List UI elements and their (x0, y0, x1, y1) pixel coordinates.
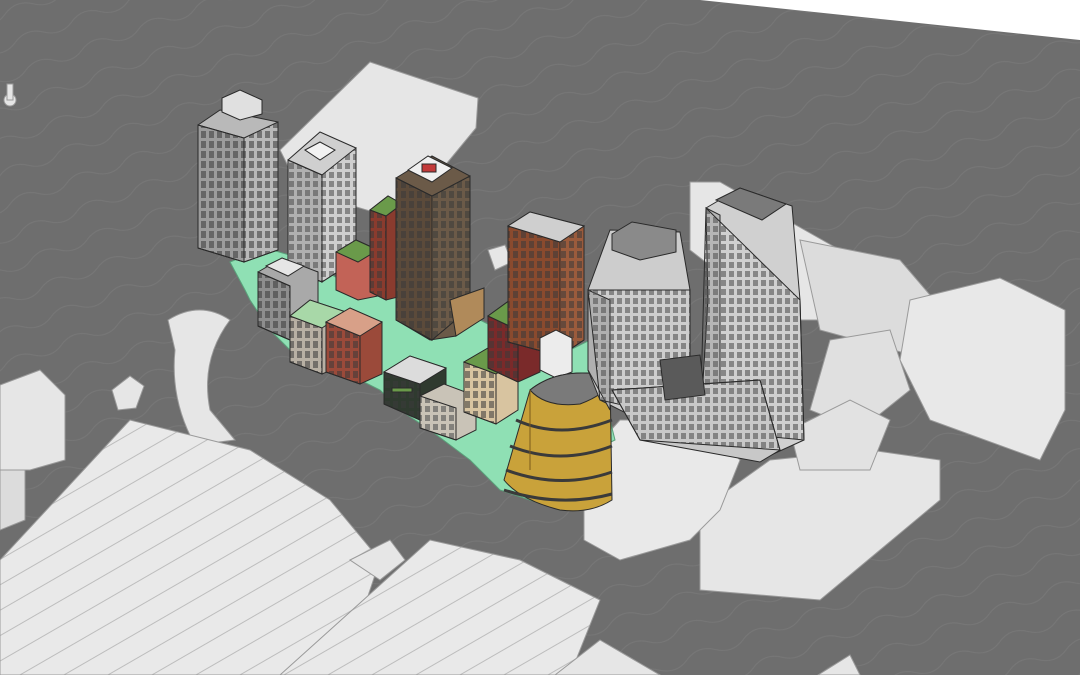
block-red-front (324, 307, 384, 385)
context-block-west-1 (0, 369, 66, 471)
context-block-west-2 (0, 469, 26, 531)
block-white (539, 329, 573, 379)
axonometric-site-render (0, 0, 1080, 675)
tower-brick (506, 211, 586, 357)
